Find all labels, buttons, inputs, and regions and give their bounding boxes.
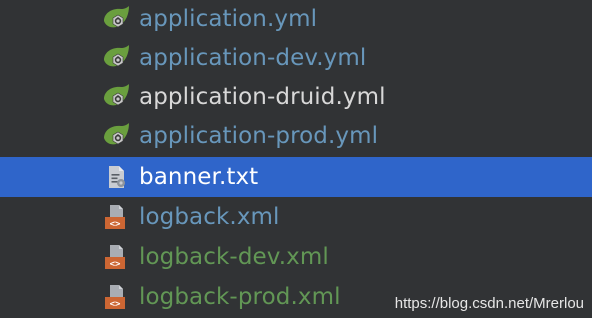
file-name-label: application-prod.yml — [139, 123, 379, 149]
file-name-label: application-dev.yml — [139, 45, 367, 71]
file-name-label: application-druid.yml — [139, 84, 386, 110]
text-file-icon — [100, 161, 132, 193]
file-name-label: logback-prod.xml — [139, 284, 341, 310]
file-name-label: logback.xml — [139, 204, 280, 230]
file-name-label: banner.txt — [139, 164, 259, 190]
project-file-tree: application.yml application-dev.yml appl… — [0, 0, 592, 318]
file-tree-item[interactable]: application.yml — [0, 0, 592, 39]
file-name-label: application.yml — [139, 6, 318, 32]
file-tree-item[interactable]: <> logback.xml — [0, 197, 592, 237]
spring-config-icon — [100, 3, 132, 35]
file-tree-item[interactable]: <> logback-dev.xml — [0, 237, 592, 277]
xml-file-icon: <> — [100, 241, 132, 273]
spring-config-icon — [100, 81, 132, 113]
file-name-label: logback-dev.xml — [139, 244, 329, 270]
svg-text:<>: <> — [110, 220, 121, 230]
file-tree-item[interactable]: banner.txt — [0, 157, 592, 197]
svg-text:<>: <> — [110, 300, 121, 310]
xml-file-icon: <> — [100, 281, 132, 313]
watermark-text: https://blog.csdn.net/Mrerlou — [394, 295, 584, 312]
spring-config-icon — [100, 120, 132, 152]
file-tree-item[interactable]: application-dev.yml — [0, 38, 592, 78]
file-tree-item[interactable]: application-prod.yml — [0, 116, 592, 156]
xml-file-icon: <> — [100, 201, 132, 233]
spring-config-icon — [100, 42, 132, 74]
svg-text:<>: <> — [110, 260, 121, 270]
file-tree-item[interactable]: application-druid.yml — [0, 77, 592, 117]
